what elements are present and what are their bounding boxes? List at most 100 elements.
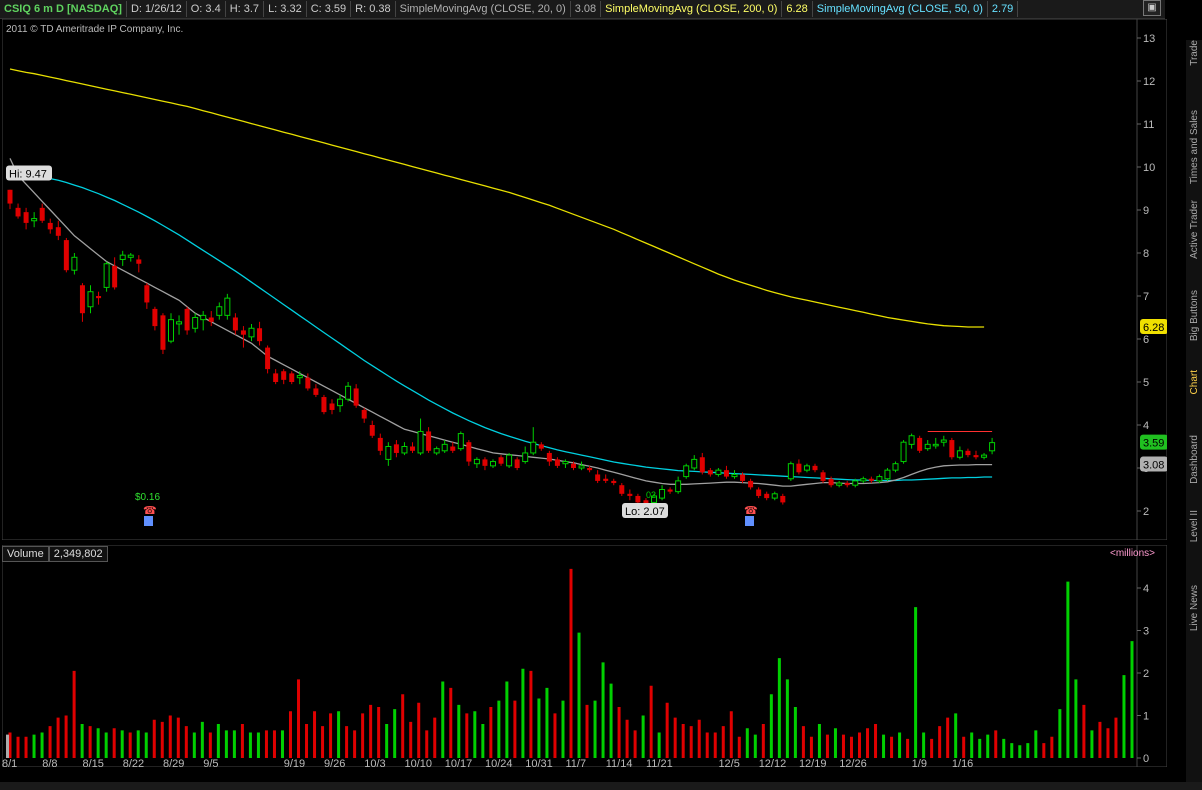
candle-body xyxy=(932,443,939,447)
candle-body xyxy=(530,441,537,454)
volume-bar xyxy=(256,732,260,758)
volume-bar xyxy=(433,717,437,758)
sma50-label[interactable]: SimpleMovingAvg (CLOSE, 50, 0) xyxy=(813,1,988,17)
volume-bar xyxy=(417,702,421,758)
symbol-label[interactable]: CSIQ 6 m D [NASDAQ] xyxy=(0,1,127,17)
candle-body xyxy=(63,240,69,271)
volume-bar xyxy=(809,736,813,758)
volume-background xyxy=(2,545,1167,767)
candle-body xyxy=(956,450,963,458)
candle xyxy=(321,394,327,415)
volume-bar xyxy=(369,704,373,758)
candle-body xyxy=(796,463,802,473)
candle-body xyxy=(377,437,383,451)
sma200-tag-text: 6.28 xyxy=(1143,322,1164,334)
candle xyxy=(160,313,166,355)
candle-body xyxy=(659,489,666,499)
candle-body xyxy=(571,463,576,468)
candle-body xyxy=(787,463,794,480)
volume-bar xyxy=(641,715,645,758)
volume-bar xyxy=(40,732,44,758)
sma20-label[interactable]: SimpleMovingAvg (CLOSE, 20, 0) xyxy=(396,1,571,17)
candle-body xyxy=(321,397,327,413)
price-chart[interactable]: 23456789101112136.283.593.08Hi: 9.47Lo: … xyxy=(2,19,1167,540)
candle-body xyxy=(47,222,53,230)
candle-body xyxy=(603,478,609,481)
candle-body xyxy=(940,439,947,443)
candle-body xyxy=(273,373,279,382)
volume-bar xyxy=(425,730,429,758)
volume-bar xyxy=(104,732,108,758)
candle-body xyxy=(79,285,85,314)
volume-bar xyxy=(585,704,589,758)
volume-bar xyxy=(1066,581,1070,758)
volume-bar xyxy=(1098,721,1102,758)
volume-bar xyxy=(441,681,445,758)
volume-bar xyxy=(473,711,477,758)
candle-body xyxy=(989,442,996,452)
volume-y-tick: 1 xyxy=(1143,711,1149,723)
copyright-text: 2011 © TD Ameritrade IP Company, Inc. xyxy=(6,24,184,35)
candle-body xyxy=(868,478,874,481)
candle-body xyxy=(675,480,682,493)
volume-bar xyxy=(200,721,204,758)
volume-units: <millions> xyxy=(1110,548,1156,559)
sma200-value: 6.28 xyxy=(782,1,813,17)
x-tick-label: 9/19 xyxy=(284,758,305,767)
candle-body xyxy=(216,306,223,316)
volume-bar xyxy=(160,721,164,758)
candle-body xyxy=(538,444,544,449)
right-tab-1[interactable]: Times and Sales xyxy=(1189,110,1200,184)
candle-body xyxy=(87,291,94,308)
volume-chart[interactable]: 0 1 2 3 4 8/1 8/8 8/15 8/22 8/29 9/5 9/19 9/26 10/3 10… xyxy=(2,545,1167,767)
x-tick-label: 11/21 xyxy=(646,758,673,767)
candle-body xyxy=(393,444,399,453)
right-tab-5[interactable]: Dashboard xyxy=(1189,435,1200,484)
volume-bar xyxy=(625,719,629,758)
volume-bar xyxy=(882,734,886,758)
right-tab-3[interactable]: Big Buttons xyxy=(1189,290,1200,341)
candle-body xyxy=(836,482,843,486)
volume-bar xyxy=(513,700,517,758)
candle-body xyxy=(965,450,971,456)
volume-bar xyxy=(689,726,693,758)
price-tag: 3.59 xyxy=(1140,434,1167,450)
right-tab-6[interactable]: Level II xyxy=(1189,510,1200,542)
sma200-label[interactable]: SimpleMovingAvg (CLOSE, 200, 0) xyxy=(601,1,783,17)
volume-bar xyxy=(152,719,156,758)
volume-bar xyxy=(1042,743,1046,758)
volume-bar xyxy=(753,734,757,758)
volume-label[interactable]: Volume xyxy=(2,546,49,562)
right-tab-0[interactable]: Trade xyxy=(1189,40,1200,66)
price-tag-text: 3.59 xyxy=(1143,438,1164,450)
volume-bar xyxy=(1130,641,1134,758)
candle-body xyxy=(562,461,569,465)
x-tick-label: 12/19 xyxy=(799,758,827,767)
candle-body xyxy=(892,463,899,471)
candle-body xyxy=(23,212,29,223)
volume-bar xyxy=(1114,717,1118,758)
range-label: R: 0.38 xyxy=(351,1,396,17)
volume-bar xyxy=(946,717,950,758)
candle-body xyxy=(224,297,231,316)
candle-body xyxy=(127,254,134,258)
volume-bar xyxy=(1018,745,1022,758)
open-label: O: 3.4 xyxy=(187,1,226,17)
candle-body xyxy=(884,469,891,480)
volume-bar xyxy=(737,736,741,758)
volume-bar xyxy=(144,732,148,758)
volume-bar xyxy=(1034,730,1038,758)
candle-body xyxy=(635,495,641,503)
candle-body xyxy=(119,254,126,260)
close-label: C: 3.59 xyxy=(307,1,352,17)
candle-body xyxy=(683,465,690,478)
maximize-icon[interactable]: ▣ xyxy=(1143,0,1161,16)
candle-body xyxy=(152,308,158,327)
right-tab-4[interactable]: Chart xyxy=(1189,370,1200,394)
candle-body xyxy=(466,442,472,462)
right-tab-7[interactable]: Live News xyxy=(1189,585,1200,631)
volume-bar xyxy=(64,715,68,758)
candle-body xyxy=(426,431,432,451)
right-tab-2[interactable]: Active Trader xyxy=(1189,200,1200,259)
volume-bar xyxy=(361,713,365,758)
